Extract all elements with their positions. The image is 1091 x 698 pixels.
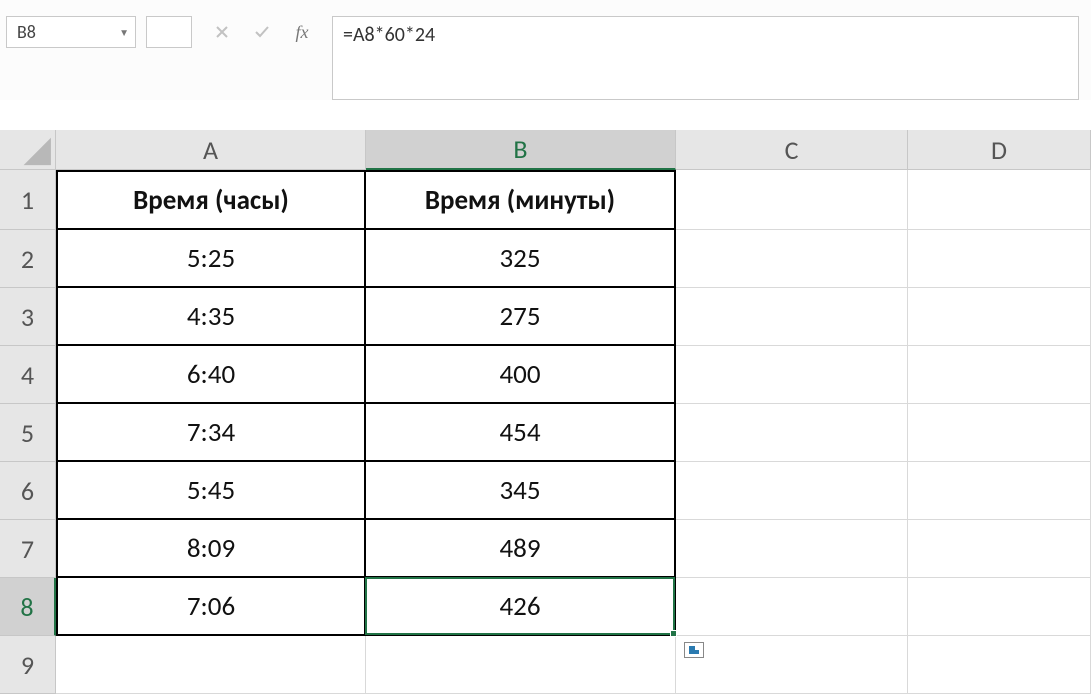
formula-input-value: =A8*60*24: [343, 23, 1068, 47]
row-header-3[interactable]: 3: [0, 288, 56, 346]
cell-C1[interactable]: [676, 170, 908, 230]
row-header-4[interactable]: 4: [0, 346, 56, 404]
cell-A4[interactable]: 6:40: [56, 346, 366, 404]
column-header-A[interactable]: A: [56, 130, 366, 170]
cell-C6[interactable]: [676, 462, 908, 520]
cell-D1[interactable]: [908, 170, 1091, 230]
cell-A6[interactable]: 5:45: [56, 462, 366, 520]
cell-B7[interactable]: 489: [366, 520, 676, 578]
cell-D6[interactable]: [908, 462, 1091, 520]
cell-D4[interactable]: [908, 346, 1091, 404]
cell-A8[interactable]: 7:06: [56, 578, 366, 636]
chevron-down-icon[interactable]: ▼: [115, 26, 129, 39]
cell-B6[interactable]: 345: [366, 462, 676, 520]
cell-D2[interactable]: [908, 230, 1091, 288]
cancel-icon: [202, 16, 242, 48]
cell-A9[interactable]: [56, 636, 366, 694]
cell-C8[interactable]: [676, 578, 908, 636]
name-box[interactable]: B8 ▼: [6, 16, 136, 48]
cell-B1[interactable]: Время (минуты): [366, 170, 676, 230]
formula-bar-buttons: fx: [202, 16, 322, 48]
cell-B8[interactable]: 426: [366, 578, 676, 636]
formula-input[interactable]: =A8*60*24: [332, 16, 1079, 100]
cell-D7[interactable]: [908, 520, 1091, 578]
row-header-8[interactable]: 8: [0, 578, 56, 636]
cell-grid: Время (часы)Время (минуты)5:253254:35275…: [56, 170, 1091, 694]
cell-B3[interactable]: 275: [366, 288, 676, 346]
cell-A7[interactable]: 8:09: [56, 520, 366, 578]
autofill-options-icon[interactable]: [684, 642, 704, 658]
cell-A5[interactable]: 7:34: [56, 404, 366, 462]
row-header-9[interactable]: 9: [0, 636, 56, 694]
column-header-B[interactable]: B: [366, 130, 676, 170]
cell-B4[interactable]: 400: [366, 346, 676, 404]
cell-D3[interactable]: [908, 288, 1091, 346]
cell-A1[interactable]: Время (часы): [56, 170, 366, 230]
row-header-1[interactable]: 1: [0, 170, 56, 230]
cell-D5[interactable]: [908, 404, 1091, 462]
row-header-5[interactable]: 5: [0, 404, 56, 462]
row-header-6[interactable]: 6: [0, 462, 56, 520]
formula-bar-area: B8 ▼ fx =A8*60*24: [0, 0, 1091, 100]
cell-C5[interactable]: [676, 404, 908, 462]
name-box-extender[interactable]: [146, 16, 192, 48]
cell-B9[interactable]: [366, 636, 676, 694]
name-box-value: B8: [17, 21, 115, 43]
cell-B5[interactable]: 454: [366, 404, 676, 462]
cell-C3[interactable]: [676, 288, 908, 346]
row-header-7[interactable]: 7: [0, 520, 56, 578]
select-all-triangle[interactable]: [0, 130, 56, 170]
cell-C2[interactable]: [676, 230, 908, 288]
confirm-icon: [242, 16, 282, 48]
column-header-C[interactable]: C: [676, 130, 908, 170]
fx-icon[interactable]: fx: [282, 16, 322, 48]
cell-A3[interactable]: 4:35: [56, 288, 366, 346]
row-header-2[interactable]: 2: [0, 230, 56, 288]
cell-C7[interactable]: [676, 520, 908, 578]
cell-D8[interactable]: [908, 578, 1091, 636]
row-headers: 123456789: [0, 170, 56, 694]
column-header-D[interactable]: D: [908, 130, 1091, 170]
cell-C9[interactable]: [676, 636, 908, 694]
column-headers: ABCD: [56, 130, 1091, 170]
cell-C4[interactable]: [676, 346, 908, 404]
cell-D9[interactable]: [908, 636, 1091, 694]
cell-A2[interactable]: 5:25: [56, 230, 366, 288]
cell-B2[interactable]: 325: [366, 230, 676, 288]
